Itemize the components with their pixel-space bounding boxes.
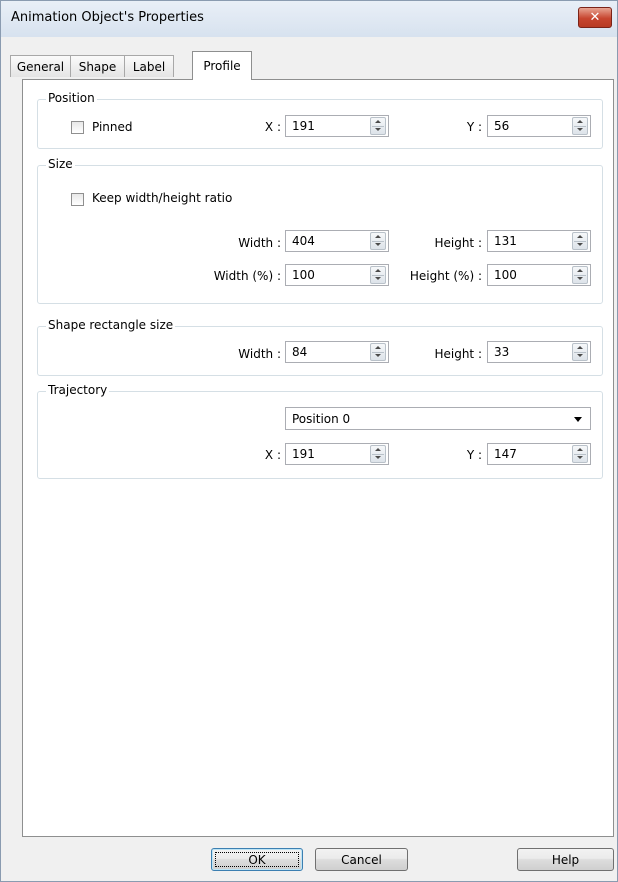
tab-general[interactable]: General [10, 55, 71, 77]
rect-width-label: Width : [238, 347, 281, 361]
width-percent-value: 100 [292, 268, 315, 282]
trajectory-group: Trajectory Position 0 X : 191 Y : 147 [37, 383, 603, 479]
chevron-down-icon [574, 417, 582, 422]
position-x-value: 191 [292, 119, 315, 133]
title-bar: Animation Object's Properties ✕ [1, 1, 617, 37]
spin-buttons-icon[interactable] [572, 232, 588, 250]
spin-buttons-icon[interactable] [572, 266, 588, 284]
rect-height-label: Height : [434, 347, 482, 361]
width-percent-label: Width (%) : [213, 269, 281, 283]
trajectory-x-spinner[interactable]: 191 [285, 443, 389, 465]
trajectory-x-value: 191 [292, 447, 315, 461]
help-button[interactable]: Help [517, 848, 614, 871]
spin-buttons-icon[interactable] [370, 117, 386, 135]
height-percent-label: Height (%) : [409, 269, 482, 283]
rect-height-value: 33 [494, 345, 510, 359]
tab-shape[interactable]: Shape [70, 55, 125, 77]
spin-buttons-icon[interactable] [572, 445, 588, 463]
width-spinner[interactable]: 404 [285, 230, 389, 252]
window-title: Animation Object's Properties [11, 10, 204, 25]
spin-buttons-icon[interactable] [572, 117, 588, 135]
width-percent-spinner[interactable]: 100 [285, 264, 389, 286]
position-y-label: Y : [466, 120, 482, 134]
position-y-spinner[interactable]: 56 [487, 115, 591, 137]
spin-buttons-icon[interactable] [370, 343, 386, 361]
focus-ring [215, 852, 299, 867]
tab-label[interactable]: Label [124, 55, 174, 77]
position-x-spinner[interactable]: 191 [285, 115, 389, 137]
spin-buttons-icon[interactable] [370, 232, 386, 250]
position-x-label: X : [264, 120, 281, 134]
shape-rectangle-legend: Shape rectangle size [46, 318, 176, 332]
width-value: 404 [292, 234, 315, 248]
help-button-label: Help [551, 852, 580, 867]
keep-ratio-checkbox[interactable] [71, 193, 84, 206]
trajectory-legend: Trajectory [46, 383, 110, 397]
height-label: Height : [434, 236, 482, 250]
tab-profile[interactable]: Profile [192, 51, 252, 80]
cancel-button[interactable]: Cancel [315, 848, 408, 871]
profile-tab-panel: Position Pinned X : 191 Y : 56 Size Keep… [22, 79, 614, 837]
position-legend: Position [46, 91, 97, 105]
rect-height-spinner[interactable]: 33 [487, 341, 591, 363]
position-y-value: 56 [494, 119, 510, 133]
close-button[interactable]: ✕ [578, 7, 612, 28]
height-percent-spinner[interactable]: 100 [487, 264, 591, 286]
size-group: Size Keep width/height ratio Width : 404… [37, 157, 603, 304]
rect-width-spinner[interactable]: 84 [285, 341, 389, 363]
trajectory-y-label: Y : [466, 448, 482, 462]
ok-button[interactable]: OK [211, 848, 303, 871]
cancel-button-label: Cancel [341, 852, 382, 867]
keep-ratio-label: Keep width/height ratio [92, 191, 233, 205]
rect-width-value: 84 [292, 345, 308, 359]
height-value: 131 [494, 234, 517, 248]
width-label: Width : [238, 236, 281, 250]
trajectory-position-select[interactable]: Position 0 [285, 407, 591, 430]
trajectory-y-value: 147 [494, 447, 517, 461]
trajectory-x-label: X : [264, 448, 281, 462]
pinned-label: Pinned [92, 120, 133, 134]
pinned-checkbox[interactable] [71, 121, 84, 134]
shape-rectangle-group: Shape rectangle size Width : 84 Height :… [37, 318, 603, 376]
position-group: Position Pinned X : 191 Y : 56 [37, 91, 603, 149]
trajectory-selected-value: Position 0 [292, 412, 351, 426]
properties-dialog: Animation Object's Properties ✕ General … [0, 0, 618, 882]
spin-buttons-icon[interactable] [370, 445, 386, 463]
size-legend: Size [46, 157, 75, 171]
trajectory-y-spinner[interactable]: 147 [487, 443, 591, 465]
height-spinner[interactable]: 131 [487, 230, 591, 252]
close-icon: ✕ [589, 10, 601, 25]
height-percent-value: 100 [494, 268, 517, 282]
spin-buttons-icon[interactable] [572, 343, 588, 361]
